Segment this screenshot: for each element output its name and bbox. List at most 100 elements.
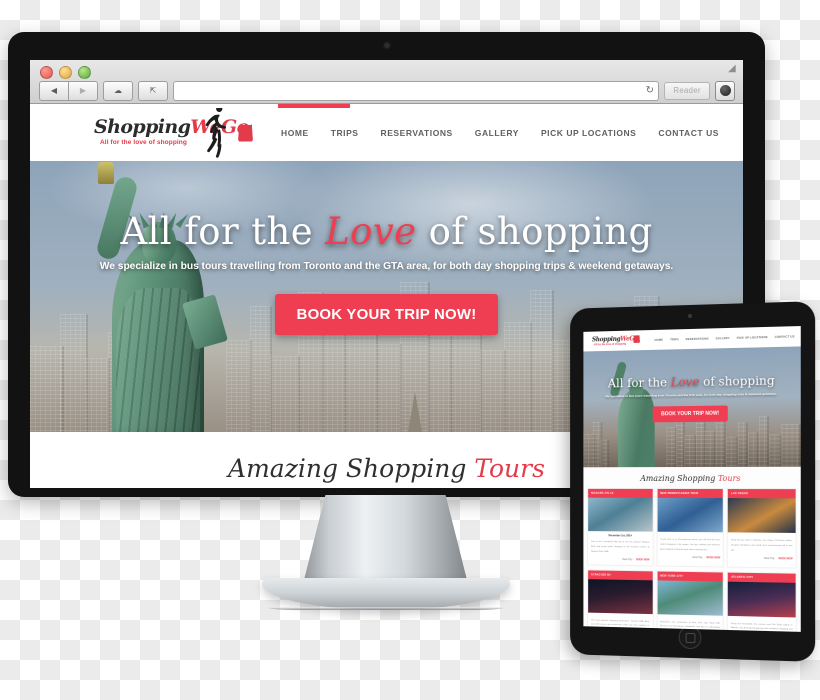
hero-title: All for the Love of shopping — [30, 210, 743, 253]
site-logo[interactable]: ShoppingWeGo All for the love of shoppin… — [88, 107, 253, 159]
monitor-stand-neck — [302, 495, 469, 588]
tablet-nav-item-home[interactable]: HOME — [655, 338, 664, 341]
tablet-tours-heading-pre: Amazing Shopping — [640, 473, 718, 484]
window-controls — [40, 66, 91, 79]
tablet-hero-title-post: of shopping — [699, 373, 775, 389]
tour-card-book-link[interactable]: BOOK NOW — [779, 557, 793, 560]
share-icon[interactable]: ⇱ — [138, 80, 168, 101]
tour-card-image — [657, 497, 724, 533]
tablet-nav-item-contact-us[interactable]: CONTACT US — [775, 335, 795, 339]
tablet-nav-item-gallery[interactable]: GALLERY — [716, 336, 730, 339]
tour-card-title: NEW PENNSYLVANIA TOUR — [657, 488, 724, 499]
tour-card-title: NIAGARA FALLS — [588, 488, 653, 498]
tour-card-book-link[interactable]: BOOK NOW — [706, 556, 720, 559]
tablet-logo-tagline: All for the love of shopping — [593, 342, 627, 346]
minimize-button[interactable] — [59, 66, 72, 79]
nav-buttons: ◀ ▶ — [39, 80, 98, 101]
back-arrow-icon[interactable]: ◀ — [39, 80, 68, 101]
book-your-trip-button[interactable]: BOOK YOUR TRIP NOW! — [274, 293, 499, 335]
tablet-hero-subtitle: We specialize in bus tours travelling fr… — [605, 391, 778, 399]
close-button[interactable] — [40, 66, 53, 79]
monitor-camera-icon — [384, 43, 389, 48]
nav-item-reservations[interactable]: RESERVATIONS — [381, 128, 453, 138]
shopper-silhouette-icon — [205, 107, 227, 158]
tour-card-links: View Trip BOOK NOW — [657, 554, 723, 563]
tour-card[interactable]: NEW YORK CITY Experience the excitement … — [657, 571, 724, 632]
nav-item-home[interactable]: HOME — [281, 128, 309, 138]
tour-card-title: LAS VEGAS — [728, 489, 796, 499]
tour-card-image — [657, 579, 724, 616]
tablet-hero-title-pre: All for the — [607, 375, 671, 391]
tablet-nav-item-reservations[interactable]: RESERVATIONS — [686, 337, 709, 341]
tablet-tours-heading: Amazing Shopping Tours — [588, 474, 795, 483]
tour-card-image — [728, 498, 796, 533]
monitor-stand-base — [262, 578, 510, 610]
tablet-book-your-trip-button[interactable]: BOOK YOUR TRIP NOW! — [652, 405, 729, 423]
hero-content: All for the Love of shopping We speciali… — [30, 210, 743, 335]
nav-item-contact-us[interactable]: CONTACT US — [658, 128, 719, 138]
tour-card[interactable]: NIAGARA FALLS December 1st, 2014 Join us… — [588, 488, 653, 565]
tour-card-body: Shop till you drop in fabulous Las Vegas… — [731, 539, 793, 552]
hero-title-accent: Love — [325, 210, 417, 253]
tablet-hero-title-accent: Love — [670, 374, 700, 390]
browser-chrome: ◢ ◀ ▶ ☁ ⇱ ↻ Reader — [30, 60, 743, 104]
tour-card[interactable]: NEW PENNSYLVANIA TOUR Travel with us to … — [657, 488, 724, 567]
tour-card[interactable]: ATLANTIC CITY Enjoy the boardwalk, the c… — [728, 572, 796, 632]
tour-card-body: Our most popular shopping destination. D… — [591, 619, 650, 632]
tour-card-image — [728, 581, 796, 618]
browser-toolbar: ◀ ▶ ☁ ⇱ ↻ Reader — [39, 80, 735, 101]
zoom-button[interactable] — [78, 66, 91, 79]
site-header: ShoppingWeGo All for the love of shoppin… — [30, 104, 743, 161]
hero-subtitle: We specialize in bus tours travelling fr… — [99, 260, 674, 272]
tablet-shopping-bag-icon — [633, 335, 640, 343]
forward-arrow-icon[interactable]: ▶ — [68, 80, 98, 101]
statue-torch — [98, 162, 114, 184]
shopping-bag-icon — [238, 124, 253, 142]
tablet-tours-heading-accent: Tours — [717, 473, 741, 484]
tour-card[interactable]: LAS VEGAS Shop till you drop in fabulous… — [728, 489, 796, 568]
main-navigation: HOME TRIPS RESERVATIONS GALLERY PICK UP … — [281, 128, 719, 138]
tours-heading-accent: Tours — [474, 454, 545, 483]
reload-icon[interactable]: ↻ — [646, 85, 654, 96]
hero-title-pre: All for the — [120, 210, 326, 253]
tour-card[interactable]: SYRACUSE NY Our most popular shopping de… — [588, 569, 653, 632]
tour-card-links: View Trip BOOK NOW — [728, 555, 796, 564]
tour-card-book-link[interactable]: BOOK NOW — [636, 558, 649, 561]
tablet-tour-card-grid-row-1: NIAGARA FALLS December 1st, 2014 Join us… — [588, 488, 796, 568]
nav-item-pick-up-locations[interactable]: PICK UP LOCATIONS — [541, 128, 636, 138]
tablet-screen: ShoppingWeGo All for the love of shoppin… — [583, 326, 801, 632]
tablet-tours-section: Amazing Shopping Tours NIAGARA FALLS Dec… — [583, 466, 801, 632]
tour-card-image — [588, 578, 653, 614]
tour-card-view-link[interactable]: View Trip — [764, 556, 775, 559]
nav-item-trips[interactable]: TRIPS — [331, 128, 359, 138]
tablet-nav-item-pick-up-locations[interactable]: PICK UP LOCATIONS — [737, 336, 768, 340]
tablet-hero-title: All for the Love of shopping — [583, 373, 800, 391]
tour-card-view-link[interactable]: View Trip — [692, 556, 702, 559]
address-bar[interactable]: ↻ — [173, 80, 659, 101]
tours-heading-pre: Amazing Shopping — [228, 454, 475, 483]
resize-grip-icon[interactable]: ◢ — [728, 64, 739, 75]
downloads-icon — [719, 85, 731, 96]
tour-card-body: Enjoy the boardwalk, the casinos and The… — [731, 622, 793, 632]
tablet-home-button[interactable] — [678, 625, 702, 650]
tour-card-links: View Trip BOOK NOW — [588, 556, 652, 565]
icloud-icon[interactable]: ☁ — [103, 80, 133, 101]
tour-card-body: Join us for a wonderful day trip to see … — [591, 540, 650, 553]
downloads-button[interactable] — [715, 80, 735, 101]
tour-card-view-link[interactable]: View Trip — [622, 558, 632, 561]
tablet-device: ShoppingWeGo All for the love of shoppin… — [570, 301, 816, 662]
tablet-main-navigation: HOME TRIPS RESERVATIONS GALLERY PICK UP … — [655, 335, 795, 342]
reader-button[interactable]: Reader — [664, 81, 710, 100]
tablet-tour-card-grid-row-2: SYRACUSE NY Our most popular shopping de… — [588, 569, 796, 632]
logo-word-shopping: Shopping — [94, 115, 191, 138]
tour-card-body: Travel with us to Pennsylvania where you… — [660, 538, 721, 551]
accent-bar — [278, 104, 350, 108]
tour-card-image — [588, 497, 653, 532]
logo-tagline: All for the love of shopping — [100, 138, 187, 146]
nav-item-gallery[interactable]: GALLERY — [475, 128, 519, 138]
tablet-hero-section: All for the Love of shopping We speciali… — [583, 346, 801, 468]
hero-title-post: of shopping — [416, 210, 653, 253]
tablet-hero-content: All for the Love of shopping We speciali… — [583, 373, 800, 423]
tablet-nav-item-trips[interactable]: TRIPS — [670, 338, 679, 341]
scene: ◢ ◀ ▶ ☁ ⇱ ↻ Reader ShoppingWeGo All for … — [0, 0, 820, 700]
